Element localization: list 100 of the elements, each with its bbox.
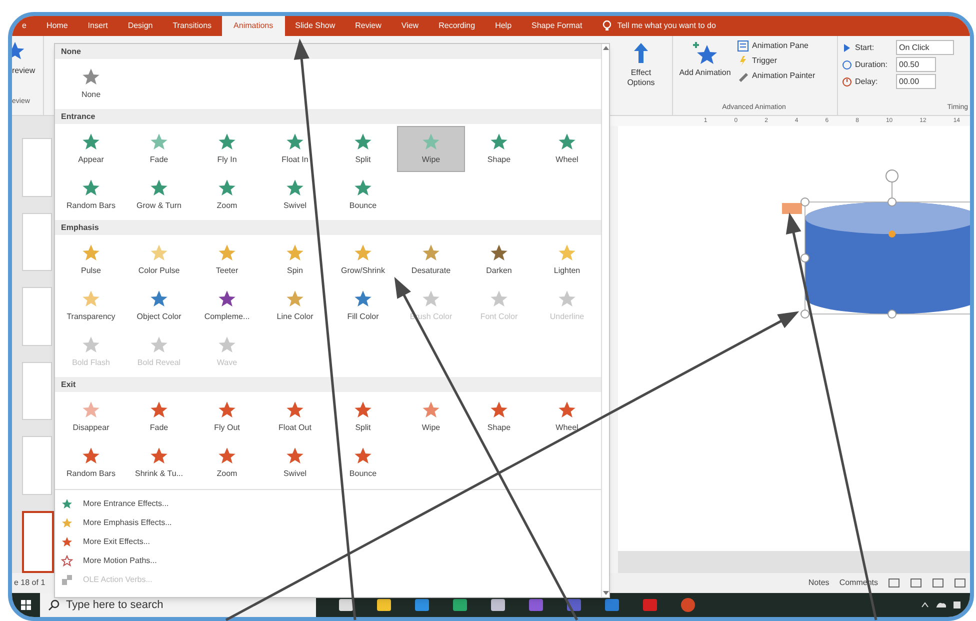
ribbon-tab[interactable]: Home bbox=[36, 16, 78, 36]
ribbon-command[interactable]: Animation Pane bbox=[737, 40, 816, 52]
effect-option[interactable]: Split bbox=[329, 126, 397, 172]
app-icon bbox=[680, 597, 696, 613]
view-icon bbox=[888, 578, 900, 588]
ribbon-tab[interactable]: View bbox=[391, 16, 429, 36]
star-plus-icon bbox=[692, 40, 718, 66]
view-icon bbox=[910, 578, 922, 588]
ribbon-tab[interactable]: e bbox=[12, 16, 36, 36]
effect-option[interactable]: Swivel bbox=[261, 440, 329, 486]
effect-option[interactable]: Wheel bbox=[533, 126, 601, 172]
windows-logo-icon bbox=[20, 599, 32, 611]
section-header: Emphasis bbox=[55, 220, 601, 235]
play-icon bbox=[842, 42, 852, 52]
effect-option[interactable]: Pulse bbox=[57, 237, 125, 283]
scrollbar[interactable] bbox=[601, 44, 610, 597]
ribbon-command[interactable]: Trigger bbox=[737, 55, 816, 67]
ribbon-tab[interactable]: Help bbox=[485, 16, 522, 36]
up-arrow-icon bbox=[633, 42, 649, 64]
effect-option[interactable]: Darken bbox=[465, 237, 533, 283]
effect-option[interactable]: Fade bbox=[125, 394, 193, 440]
notes-button[interactable]: Notes bbox=[808, 577, 830, 589]
effect-option[interactable]: Zoom bbox=[193, 440, 261, 486]
field-label: Delay: bbox=[855, 76, 879, 88]
menu-item[interactable]: More Exit Effects... bbox=[55, 532, 601, 551]
effect-option[interactable]: Split bbox=[329, 394, 397, 440]
ribbon-tab[interactable]: Insert bbox=[78, 16, 118, 36]
effect-option[interactable]: Grow & Turn bbox=[125, 172, 193, 218]
effect-option[interactable]: Wheel bbox=[533, 394, 601, 440]
field-label: Start: bbox=[855, 42, 876, 54]
effect-option[interactable]: Wipe bbox=[397, 126, 465, 172]
effect-option[interactable]: Desaturate bbox=[397, 237, 465, 283]
effect-option[interactable]: None bbox=[57, 61, 125, 107]
effect-option[interactable]: Object Color bbox=[125, 283, 193, 329]
menu-item[interactable]: More Motion Paths... bbox=[55, 551, 601, 570]
effect-option[interactable]: Transparency bbox=[57, 283, 125, 329]
preview-button[interactable]: review bbox=[12, 65, 36, 77]
effect-option[interactable]: Fly Out bbox=[193, 394, 261, 440]
tray-icon bbox=[952, 600, 962, 610]
effect-option[interactable]: Disappear bbox=[57, 394, 125, 440]
pane-icon bbox=[737, 40, 749, 52]
section-header: Entrance bbox=[55, 109, 601, 124]
ribbon-tab[interactable]: Slide Show bbox=[285, 16, 346, 36]
section-header: None bbox=[55, 44, 601, 59]
effect-option[interactable]: Zoom bbox=[193, 172, 261, 218]
input-field[interactable]: On Click bbox=[896, 40, 954, 55]
effect-option[interactable]: Swivel bbox=[261, 172, 329, 218]
scroll-down-icon bbox=[602, 589, 610, 597]
view-icon bbox=[932, 578, 944, 588]
app-icon bbox=[604, 597, 620, 613]
effect-option[interactable]: Fly In bbox=[193, 126, 261, 172]
effect-option[interactable]: Bounce bbox=[329, 440, 397, 486]
effect-option[interactable]: Appear bbox=[57, 126, 125, 172]
chevron-up-icon bbox=[920, 600, 930, 610]
section-header: Exit bbox=[55, 377, 601, 392]
clock-icon bbox=[842, 60, 852, 70]
effect-option[interactable]: Spin bbox=[261, 237, 329, 283]
effect-option[interactable]: Teeter bbox=[193, 237, 261, 283]
effect-option[interactable]: Lighten bbox=[533, 237, 601, 283]
effect-option[interactable]: Grow/Shrink bbox=[329, 237, 397, 283]
menu-item[interactable]: More Emphasis Effects... bbox=[55, 513, 601, 532]
effect-option[interactable]: Line Color bbox=[261, 283, 329, 329]
input-field[interactable]: 00.50 bbox=[896, 57, 936, 72]
ribbon-tab[interactable]: Animations bbox=[222, 16, 286, 36]
ribbon-tab[interactable]: Shape Format bbox=[522, 16, 592, 36]
effect-option[interactable]: Color Pulse bbox=[125, 237, 193, 283]
effect-option[interactable]: Shrink & Tu... bbox=[125, 440, 193, 486]
search-icon bbox=[48, 599, 60, 611]
app-icon bbox=[642, 597, 658, 613]
scroll-up-icon bbox=[602, 44, 610, 52]
add-animation-button[interactable]: Add Animation bbox=[679, 36, 731, 82]
effect-option[interactable]: Random Bars bbox=[57, 172, 125, 218]
menu-item[interactable]: More Entrance Effects... bbox=[55, 494, 601, 513]
effect-option[interactable]: Wipe bbox=[397, 394, 465, 440]
effect-option[interactable]: Random Bars bbox=[57, 440, 125, 486]
slide-count: e 18 of 1 bbox=[14, 577, 46, 589]
field-label: Duration: bbox=[855, 58, 888, 70]
effect-option[interactable]: Shape bbox=[465, 394, 533, 440]
effect-option[interactable]: Bounce bbox=[329, 172, 397, 218]
animation-marker bbox=[782, 203, 802, 214]
slide-thumbnail[interactable] bbox=[22, 510, 54, 573]
ribbon-tab[interactable]: Review bbox=[345, 16, 392, 36]
view-icon bbox=[954, 578, 966, 588]
ribbon-tab[interactable]: Design bbox=[118, 16, 163, 36]
ribbon-tab[interactable]: Recording bbox=[428, 16, 486, 36]
app-icon bbox=[528, 597, 544, 613]
lightbulb-icon bbox=[602, 20, 612, 32]
effect-option[interactable]: Shape bbox=[465, 126, 533, 172]
effect-option[interactable]: Fill Color bbox=[329, 283, 397, 329]
lightning-icon bbox=[737, 55, 749, 67]
ribbon-command[interactable]: Animation Painter bbox=[737, 70, 816, 82]
effect-options-button[interactable]: Effect Options bbox=[616, 36, 666, 115]
tell-me-search[interactable]: Tell me what you want to do bbox=[617, 20, 716, 32]
input-field[interactable]: 00.00 bbox=[896, 74, 936, 89]
effect-option[interactable]: Float In bbox=[261, 126, 329, 172]
brush-icon bbox=[737, 70, 749, 82]
effect-option[interactable]: Float Out bbox=[261, 394, 329, 440]
effect-option[interactable]: Compleme... bbox=[193, 283, 261, 329]
ribbon-tab[interactable]: Transitions bbox=[162, 16, 222, 36]
effect-option[interactable]: Fade bbox=[125, 126, 193, 172]
